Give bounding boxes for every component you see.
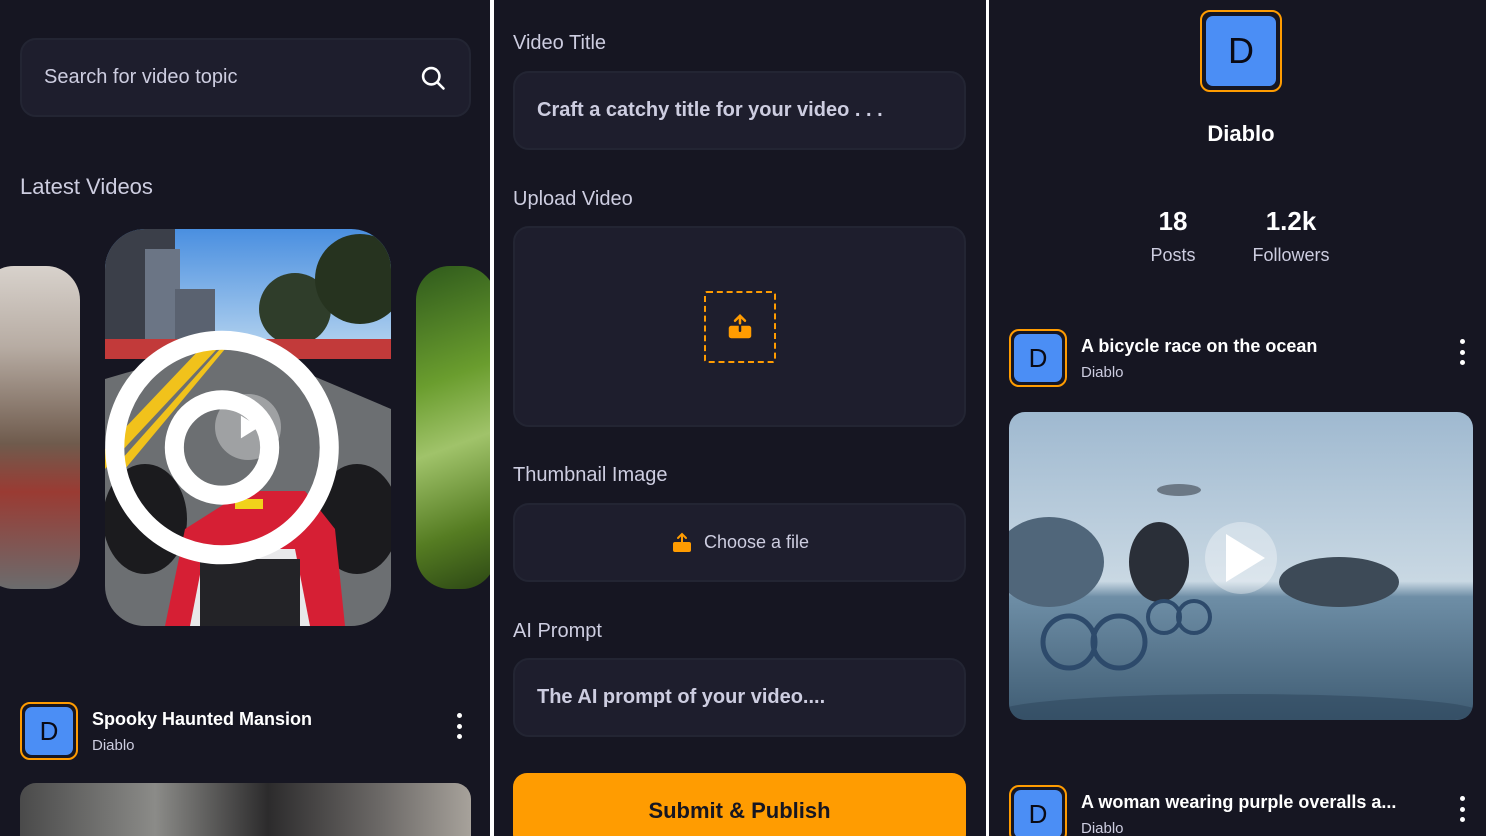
- upload-dropzone[interactable]: [703, 290, 776, 363]
- video-title-input[interactable]: [515, 73, 964, 148]
- create-screen: Video Title Upload Video Thumbnail Image…: [494, 0, 986, 836]
- more-options-icon[interactable]: [454, 713, 464, 739]
- avatar[interactable]: D: [1009, 785, 1067, 836]
- upload-video-label: Upload Video: [513, 188, 633, 210]
- search-input[interactable]: [44, 66, 419, 89]
- video-title: A bicycle race on the ocean: [1081, 335, 1318, 356]
- play-icon: [240, 415, 260, 439]
- upload-icon: [672, 532, 691, 552]
- upload-video-area[interactable]: [513, 226, 966, 427]
- play-button[interactable]: [1205, 522, 1277, 594]
- ai-prompt-label: AI Prompt: [513, 620, 602, 642]
- video-card-header: D A woman wearing purple overalls a... D…: [1009, 785, 1396, 836]
- avatar[interactable]: D: [20, 702, 78, 760]
- ai-prompt-field[interactable]: [513, 658, 966, 737]
- play-button[interactable]: [215, 394, 281, 460]
- more-options-icon[interactable]: [1457, 339, 1467, 365]
- search-bar[interactable]: [20, 38, 471, 117]
- choose-file-label: Choose a file: [703, 532, 810, 552]
- latest-videos-title: Latest Videos: [20, 174, 153, 199]
- more-options-icon[interactable]: [1457, 796, 1467, 822]
- search-icon[interactable]: [419, 64, 447, 92]
- video-card-header: D A bicycle race on the ocean Diablo: [1009, 329, 1317, 387]
- video-card-header: D Spooky Haunted Mansion Diablo: [20, 702, 312, 760]
- thumbnail-label: Thumbnail Image: [513, 464, 668, 486]
- video-thumbnail-active[interactable]: [105, 229, 391, 626]
- profile-screen: D Diablo 18 Posts 1.2k Followers D A bic…: [989, 0, 1486, 836]
- video-thumbnail-prev[interactable]: [0, 266, 80, 589]
- video-thumbnail[interactable]: [20, 783, 471, 836]
- profile-avatar[interactable]: D: [1200, 10, 1282, 92]
- profile-name: Diablo: [1207, 121, 1275, 146]
- video-creator: Diablo: [1081, 363, 1124, 381]
- video-thumbnail[interactable]: [1009, 412, 1473, 720]
- video-thumbnail-next[interactable]: [416, 266, 490, 589]
- play-icon: [1226, 534, 1265, 582]
- home-screen: Latest Videos: [0, 0, 490, 836]
- video-creator: Diablo: [92, 736, 135, 754]
- stat-followers: 1.2k Followers: [1252, 206, 1330, 265]
- video-title: A woman wearing purple overalls a...: [1081, 791, 1397, 812]
- submit-publish-button[interactable]: Submit & Publish: [513, 773, 966, 836]
- ai-prompt-input[interactable]: [515, 660, 964, 735]
- choose-file-button[interactable]: Choose a file: [513, 503, 966, 582]
- video-creator: Diablo: [1081, 819, 1124, 836]
- video-title-field[interactable]: [513, 71, 966, 150]
- video-title: Spooky Haunted Mansion: [92, 708, 313, 729]
- upload-icon: [728, 313, 751, 338]
- stat-posts: 18 Posts: [1150, 206, 1196, 265]
- avatar[interactable]: D: [1009, 329, 1067, 387]
- video-title-label: Video Title: [513, 32, 607, 54]
